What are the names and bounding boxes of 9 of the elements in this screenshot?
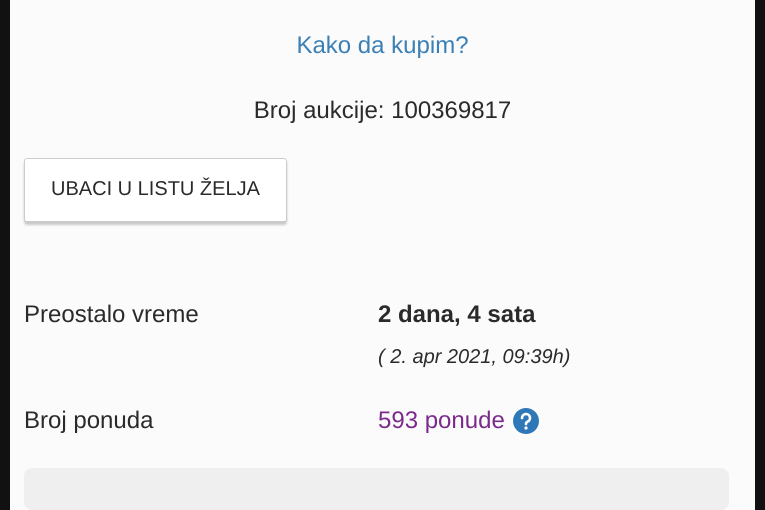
detail-label: Broj ponuda bbox=[24, 406, 154, 436]
bid-count-link[interactable]: 593 ponude bbox=[378, 406, 505, 436]
time-remaining: 2 dana, 4 sata bbox=[378, 300, 536, 330]
help-icon[interactable] bbox=[512, 408, 539, 434]
how-to-buy-link[interactable]: Kako da kupim? bbox=[296, 30, 469, 61]
end-date: ( 2. apr 2021, 09:39h) bbox=[378, 344, 570, 370]
detail-label: Preostalo vreme bbox=[24, 300, 200, 330]
wishlist-button[interactable]: UBACI U LISTU ŽELJA bbox=[24, 158, 287, 222]
auction-number: Broj aukcije: 100369817 bbox=[254, 96, 512, 126]
